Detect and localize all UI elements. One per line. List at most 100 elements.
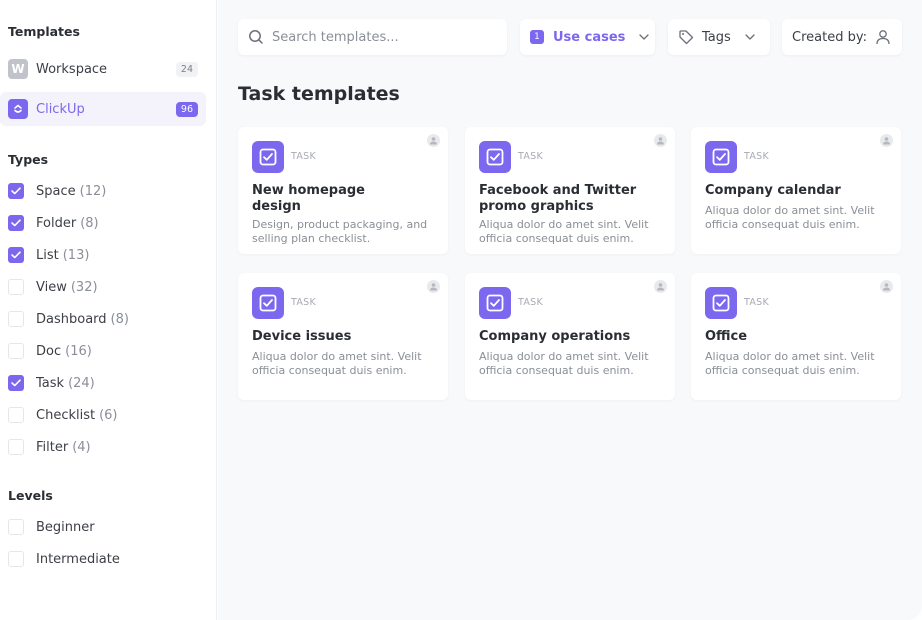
type-count: (6): [99, 407, 118, 423]
type-count: (32): [70, 279, 98, 295]
checkbox[interactable]: [8, 279, 24, 295]
user-icon: [876, 30, 890, 45]
type-filter-task[interactable]: Task (24): [8, 374, 95, 392]
type-count: (24): [68, 375, 95, 391]
types-section-title: Types: [8, 152, 49, 167]
type-filter-dashboard[interactable]: Dashboard (8): [8, 310, 129, 328]
type-count: (8): [80, 215, 99, 231]
created-by-label: Created by:: [792, 29, 867, 45]
template-card[interactable]: TASK Company calendar Aliqua dolor do amet…: [691, 127, 901, 254]
type-filter-filter[interactable]: Filter (4): [8, 438, 91, 456]
type-label: Dashboard: [36, 311, 107, 327]
avatar-icon: [427, 134, 440, 147]
tags-label: Tags: [702, 29, 731, 45]
checkbox[interactable]: [8, 407, 24, 423]
card-type-label: TASK: [518, 297, 544, 308]
checkbox[interactable]: [8, 215, 24, 231]
source-workspace[interactable]: W Workspace 24: [0, 52, 206, 86]
avatar-icon: [880, 134, 893, 147]
templates-section-title: Templates: [8, 24, 80, 39]
card-description: Design, product packaging, and selling p…: [252, 218, 428, 245]
type-label: List: [36, 247, 59, 263]
checkbox[interactable]: [8, 343, 24, 359]
card-description: Aliqua dolor do amet sint. Velit officia…: [479, 350, 649, 377]
card-type-label: TASK: [291, 151, 317, 162]
card-type-label: TASK: [744, 151, 770, 162]
search-box[interactable]: [238, 19, 507, 55]
type-filter-space[interactable]: Space (12): [8, 182, 106, 200]
type-filter-checklist[interactable]: Checklist (6): [8, 406, 118, 424]
search-input[interactable]: [272, 29, 492, 45]
type-filter-doc[interactable]: Doc (16): [8, 342, 92, 360]
levels-section-title: Levels: [8, 488, 53, 503]
level-filter-intermediate[interactable]: Intermediate: [8, 550, 120, 568]
card-type-label: TASK: [518, 151, 544, 162]
chevron-down-icon: [639, 34, 650, 40]
task-checkbox-icon: [705, 287, 737, 319]
checkbox[interactable]: [8, 519, 24, 535]
template-card[interactable]: TASK Company operations Aliqua dolor do am…: [465, 273, 675, 400]
checkbox[interactable]: [8, 247, 24, 263]
card-title: New homepage design: [252, 183, 432, 215]
level-label: Beginner: [36, 519, 95, 535]
type-label: Filter: [36, 439, 69, 455]
tags-filter-button[interactable]: Tags: [668, 19, 770, 55]
type-filter-list[interactable]: List (13): [8, 246, 89, 264]
checkbox[interactable]: [8, 311, 24, 327]
card-title-line: Office: [705, 329, 748, 344]
type-count: (8): [110, 311, 129, 327]
card-title-line: New homepage: [252, 183, 365, 198]
task-checkbox-icon: [252, 141, 284, 173]
checkbox[interactable]: [8, 439, 24, 455]
workspace-icon: W: [8, 59, 28, 79]
created-by-filter-button[interactable]: Created by:: [782, 19, 902, 55]
card-description: Aliqua dolor do amet sint. Velit officia…: [252, 350, 422, 377]
count-badge: 96: [175, 101, 198, 117]
level-label: Intermediate: [36, 551, 120, 567]
use-cases-count-badge: 1: [530, 30, 544, 44]
type-filter-folder[interactable]: Folder (8): [8, 214, 99, 232]
template-card[interactable]: TASK Device issues Aliqua dolor do amet si…: [238, 273, 448, 400]
avatar-icon: [880, 280, 893, 293]
tag-icon: [679, 30, 694, 45]
avatar-icon: [654, 134, 667, 147]
type-label: View: [36, 279, 67, 295]
card-title-line: Company operations: [479, 329, 631, 344]
source-label: ClickUp: [36, 101, 85, 117]
card-title-line: Device issues: [252, 329, 352, 344]
type-count: (13): [62, 247, 90, 263]
card-title-line: Company calendar: [705, 183, 841, 198]
card-title: Company calendar: [705, 183, 885, 199]
template-card[interactable]: TASK Facebook and Twitter promo graphics Al…: [465, 127, 675, 254]
use-cases-filter-button[interactable]: 1 Use cases: [520, 19, 655, 55]
clickup-logo-icon: [8, 99, 28, 119]
card-description: Aliqua dolor do amet sint. Velit officia…: [705, 350, 875, 377]
card-title-line: design: [252, 199, 301, 214]
checkbox[interactable]: [8, 375, 24, 391]
type-filter-view[interactable]: View (32): [8, 278, 98, 296]
card-title-line: promo graphics: [479, 199, 594, 214]
card-title-line: Facebook and Twitter: [479, 183, 637, 198]
card-type-label: TASK: [291, 297, 317, 308]
type-label: Doc: [36, 343, 62, 359]
search-icon: [249, 30, 263, 44]
task-checkbox-icon: [252, 287, 284, 319]
card-description: Aliqua dolor do amet sint. Velit officia…: [705, 204, 875, 231]
card-title: Facebook and Twitter promo graphics: [479, 183, 659, 215]
type-count: (16): [65, 343, 92, 359]
type-label: Folder: [36, 215, 77, 231]
checkbox[interactable]: [8, 183, 24, 199]
task-checkbox-icon: [479, 287, 511, 319]
task-checkbox-icon: [705, 141, 737, 173]
checkbox[interactable]: [8, 551, 24, 567]
level-filter-beginner[interactable]: Beginner: [8, 518, 95, 536]
count-badge: 24: [175, 61, 198, 77]
source-clickup[interactable]: ClickUp 96: [0, 92, 206, 126]
card-type-label: TASK: [744, 297, 770, 308]
use-cases-label: Use cases: [553, 29, 626, 45]
type-count: (12): [79, 183, 107, 199]
template-card[interactable]: TASK Office Aliqua dolor do amet sint. Vel…: [691, 273, 901, 400]
template-card[interactable]: TASK New homepage design Design, product pa…: [238, 127, 448, 254]
chevron-down-icon: [745, 34, 755, 40]
avatar-icon: [427, 280, 440, 293]
